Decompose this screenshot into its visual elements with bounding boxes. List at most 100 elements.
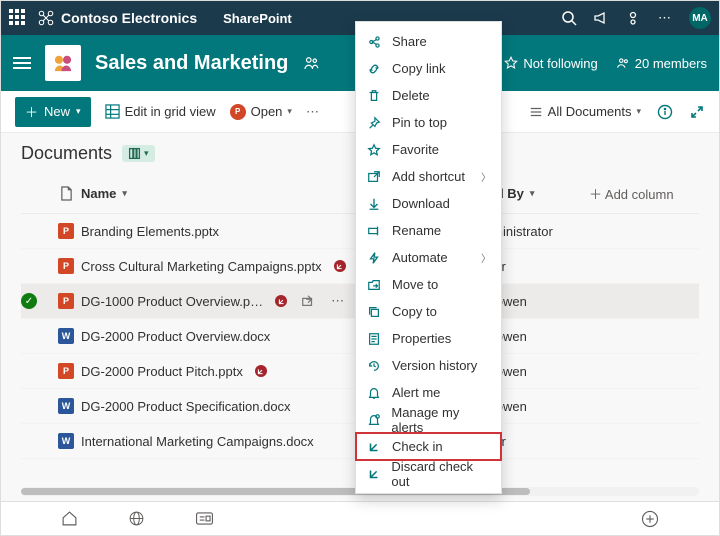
new-label: New — [44, 104, 70, 119]
file-name: DG-2000 Product Specification.docx — [81, 399, 291, 414]
settings-icon[interactable] — [625, 10, 641, 26]
checked-out-icon — [255, 365, 267, 377]
search-icon[interactable] — [561, 10, 577, 26]
tenant-name: Contoso Electronics — [61, 10, 197, 26]
chevron-down-icon: ▾ — [530, 188, 535, 199]
file-icon: P — [51, 223, 81, 239]
ctx-automate[interactable]: Automate〉 — [356, 244, 501, 271]
app-name[interactable]: SharePoint — [223, 11, 292, 26]
chevron-down-icon: ▾ — [636, 106, 641, 117]
chevron-down-icon: ▾ — [144, 148, 149, 159]
site-logo[interactable] — [45, 45, 81, 81]
ctx-label: Discard check out — [391, 459, 491, 489]
checked-out-icon — [334, 260, 346, 272]
expand-icon[interactable] — [689, 104, 705, 120]
ctx-pin-to-top[interactable]: Pin to top — [356, 109, 501, 136]
view-name: All Documents — [548, 104, 632, 119]
ctx-label: Manage my alerts — [391, 405, 491, 435]
ctx-rename[interactable]: Rename — [356, 217, 501, 244]
ctx-label: Download — [392, 196, 450, 211]
powerpoint-icon: P — [230, 104, 246, 120]
check-icon: ✓ — [21, 293, 37, 309]
teams-icon[interactable] — [302, 54, 320, 72]
ctx-manage-my-alerts[interactable]: Manage my alerts — [356, 406, 501, 433]
tenant-brand[interactable]: Contoso Electronics — [37, 9, 197, 27]
ctx-discard-check-out[interactable]: Discard check out — [356, 460, 501, 487]
shortcut-icon — [366, 170, 382, 184]
props-icon — [366, 332, 382, 346]
new-button[interactable]: ＋ New ▾ — [15, 97, 91, 127]
view-selector[interactable]: All Documents ▾ — [529, 104, 641, 119]
add-icon[interactable] — [641, 510, 659, 528]
chevron-right-icon: 〉 — [481, 169, 491, 184]
follow-toggle[interactable]: Not following — [504, 56, 597, 71]
ctx-move-to[interactable]: Move to — [356, 271, 501, 298]
bottom-bar — [1, 501, 719, 535]
ctx-version-history[interactable]: Version history — [356, 352, 501, 379]
ctx-download[interactable]: Download — [356, 190, 501, 217]
app-launcher-icon[interactable] — [9, 9, 27, 27]
user-avatar[interactable]: MA — [689, 7, 711, 29]
file-name: DG-1000 Product Overview.p… — [81, 294, 263, 309]
overflow-button[interactable]: ⋯ — [306, 104, 319, 120]
ctx-delete[interactable]: Delete — [356, 82, 501, 109]
open-button[interactable]: P Open ▾ — [230, 104, 292, 120]
home-icon[interactable] — [61, 510, 78, 527]
members-icon — [616, 56, 630, 70]
ctx-label: Check in — [392, 439, 443, 454]
file-icon: P — [51, 258, 81, 274]
globe-icon[interactable] — [128, 510, 145, 527]
grid-icon — [105, 104, 120, 119]
info-icon[interactable] — [657, 104, 673, 120]
history-icon — [366, 359, 382, 373]
ctx-label: Copy to — [392, 304, 437, 319]
list-icon — [529, 105, 543, 119]
share-icon[interactable] — [301, 294, 315, 308]
share-icon — [366, 35, 382, 49]
ctx-label: Pin to top — [392, 115, 447, 130]
file-type-icon[interactable] — [51, 186, 81, 201]
nav-toggle-icon[interactable] — [13, 57, 31, 69]
file-name: Branding Elements.pptx — [81, 224, 219, 239]
pin-icon — [366, 116, 382, 130]
edit-grid-label: Edit in grid view — [125, 104, 216, 119]
ctx-add-shortcut[interactable]: Add shortcut〉 — [356, 163, 501, 190]
more-icon[interactable]: ⋯ — [657, 10, 673, 26]
add-column-button[interactable]: ＋ Add column — [589, 184, 699, 203]
file-icon: W — [51, 328, 81, 344]
ctx-favorite[interactable]: Favorite — [356, 136, 501, 163]
ctx-label: Copy link — [392, 61, 445, 76]
download-icon — [366, 197, 382, 211]
ctx-label: Delete — [392, 88, 430, 103]
automate-icon — [366, 251, 382, 265]
ctx-alert-me[interactable]: Alert me — [356, 379, 501, 406]
row-overflow-icon[interactable]: ⋯ — [331, 293, 344, 309]
file-icon: P — [51, 293, 81, 309]
news-icon[interactable] — [195, 511, 214, 526]
move-icon — [366, 278, 382, 292]
ctx-copy-to[interactable]: Copy to — [356, 298, 501, 325]
link-icon — [366, 62, 382, 76]
star-icon — [504, 56, 518, 70]
megaphone-icon[interactable] — [593, 10, 609, 26]
ctx-label: Alert me — [392, 385, 440, 400]
ctx-check-in[interactable]: Check in — [356, 433, 501, 460]
ctx-copy-link[interactable]: Copy link — [356, 55, 501, 82]
file-name: DG-2000 Product Pitch.pptx — [81, 364, 243, 379]
site-title[interactable]: Sales and Marketing — [95, 52, 288, 75]
plus-icon: ＋ — [25, 102, 38, 121]
ctx-properties[interactable]: Properties — [356, 325, 501, 352]
follow-label: Not following — [523, 56, 597, 71]
file-icon: W — [51, 398, 81, 414]
star-icon — [366, 143, 382, 157]
context-menu: Share Copy link Delete Pin to top FavoriteAd… — [355, 21, 502, 494]
ctx-share[interactable]: Share — [356, 28, 501, 55]
ctx-label: Version history — [392, 358, 477, 373]
edit-grid-button[interactable]: Edit in grid view — [105, 104, 216, 119]
members-link[interactable]: 20 members — [616, 56, 707, 71]
chevron-down-icon: ▾ — [122, 188, 127, 199]
file-icon: W — [51, 433, 81, 449]
ctx-label: Share — [392, 34, 427, 49]
copy-icon — [366, 305, 382, 319]
view-switcher[interactable]: ▾ — [122, 145, 155, 162]
